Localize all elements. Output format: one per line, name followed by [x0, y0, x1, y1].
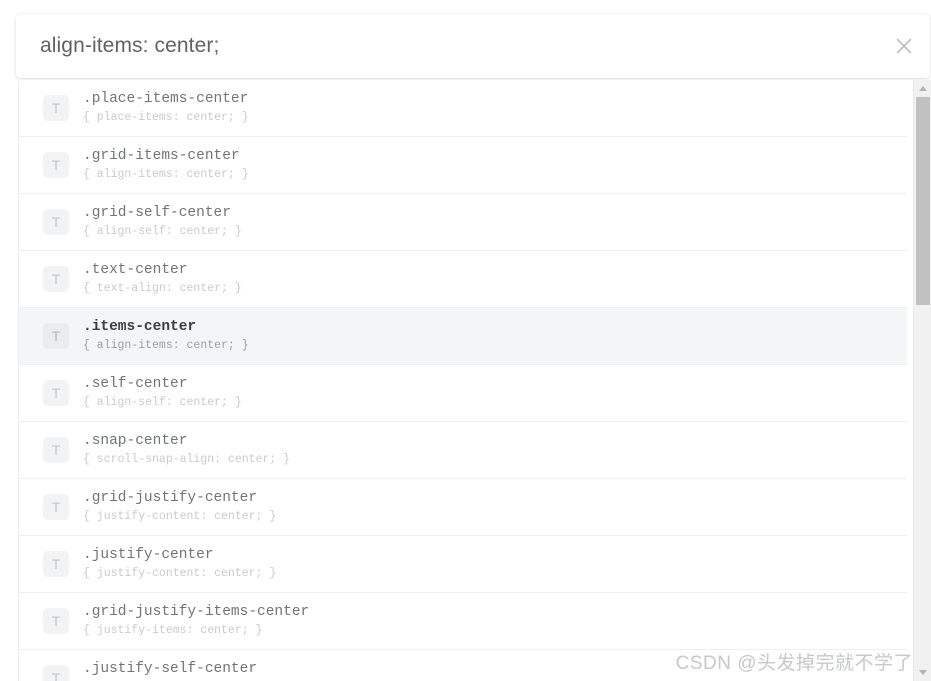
search-input[interactable]: align-items: center; [40, 34, 878, 58]
result-row[interactable]: T .grid-items-center { align-items: center… [19, 137, 907, 194]
result-row-text: .grid-self-center { align-self: center; } [83, 204, 242, 240]
result-class-name: .snap-center [83, 433, 188, 449]
results-panel: T .place-items-center { place-items: cente… [18, 80, 931, 681]
result-class-name: .grid-justify-center [83, 490, 258, 506]
close-icon [896, 38, 912, 54]
scroll-up-arrow[interactable] [914, 80, 931, 97]
text-snippet-icon: T [43, 665, 69, 681]
result-row[interactable]: T .items-center { align-items: center; } [19, 308, 907, 365]
result-class-name: .grid-justify-items-center [83, 604, 310, 620]
chevron-down-icon [919, 670, 927, 675]
result-row[interactable]: T .justify-center { justify-content: cente… [19, 536, 907, 593]
text-snippet-icon: T [43, 608, 69, 634]
text-snippet-icon: T [43, 95, 69, 121]
result-declaration: { align-self: center; } [83, 396, 242, 409]
result-declaration: { align-items: center; } [83, 339, 249, 352]
results-scrollbar[interactable] [913, 80, 931, 681]
search-header-card: align-items: center; [16, 14, 930, 78]
result-row[interactable]: T .justify-self-center{ justify-self: cen… [19, 650, 907, 681]
result-class-name: .grid-self-center [83, 205, 231, 221]
result-class-name: .self-center [83, 376, 188, 392]
result-row[interactable]: T .place-items-center { place-items: cente… [19, 80, 907, 137]
result-class-name: .grid-items-center [83, 148, 240, 164]
result-declaration: { place-items: center; } [83, 111, 249, 124]
results-list[interactable]: T .place-items-center { place-items: cente… [19, 80, 907, 681]
result-declaration: { scroll-snap-align: center; } [83, 453, 291, 466]
result-class-name: .justify-center [83, 547, 214, 563]
result-row-text: .grid-items-center { align-items: center;… [83, 147, 249, 183]
result-row-text: .place-items-center { place-items: center… [83, 90, 249, 126]
result-class-name: .justify-self-center [83, 661, 258, 677]
text-snippet-icon: T [43, 494, 69, 520]
result-declaration: { justify-content: center; } [83, 510, 277, 523]
text-snippet-icon: T [43, 380, 69, 406]
result-row[interactable]: T .text-center { text-align: center; } [19, 251, 907, 308]
result-row-text: .justify-center { justify-content: center… [83, 546, 276, 582]
text-snippet-icon: T [43, 437, 69, 463]
text-snippet-icon: T [43, 266, 69, 292]
result-row-text: .items-center { align-items: center; } [83, 318, 249, 354]
close-button[interactable] [878, 14, 930, 78]
result-row[interactable]: T .grid-self-center { align-self: center; … [19, 194, 907, 251]
result-class-name: .place-items-center [83, 91, 249, 107]
result-row[interactable]: T .grid-justify-center { justify-content: … [19, 479, 907, 536]
scroll-down-arrow[interactable] [914, 664, 931, 681]
result-row-text: .justify-self-center{ justify-self: cent… [83, 660, 257, 681]
result-row[interactable]: T .grid-justify-items-center { justify-ite… [19, 593, 907, 650]
text-snippet-icon: T [43, 323, 69, 349]
scrollbar-thumb[interactable] [916, 97, 930, 305]
result-row[interactable]: T .self-center { align-self: center; } [19, 365, 907, 422]
result-declaration: { align-items: center; } [83, 168, 249, 181]
text-snippet-icon: T [43, 551, 69, 577]
result-class-name: .text-center [83, 262, 188, 278]
chevron-up-icon [919, 86, 927, 91]
result-row-text: .grid-justify-center { justify-content: c… [83, 489, 276, 525]
result-declaration: { justify-items: center; } [83, 624, 263, 637]
text-snippet-icon: T [43, 209, 69, 235]
autocomplete-overlay: align-items: center; T .place-items-cente… [0, 0, 931, 681]
result-declaration: { align-self: center; } [83, 225, 242, 238]
result-row-text: .text-center { text-align: center; } [83, 261, 242, 297]
result-row-text: .snap-center { scroll-snap-align: center;… [83, 432, 290, 468]
result-declaration: { justify-content: center; } [83, 567, 277, 580]
result-declaration: { text-align: center; } [83, 282, 242, 295]
result-row-text: .self-center { align-self: center; } [83, 375, 242, 411]
result-class-name: .items-center [83, 319, 197, 335]
text-snippet-icon: T [43, 152, 69, 178]
result-row-text: .grid-justify-items-center { justify-item… [83, 603, 309, 639]
result-row[interactable]: T .snap-center { scroll-snap-align: center… [19, 422, 907, 479]
